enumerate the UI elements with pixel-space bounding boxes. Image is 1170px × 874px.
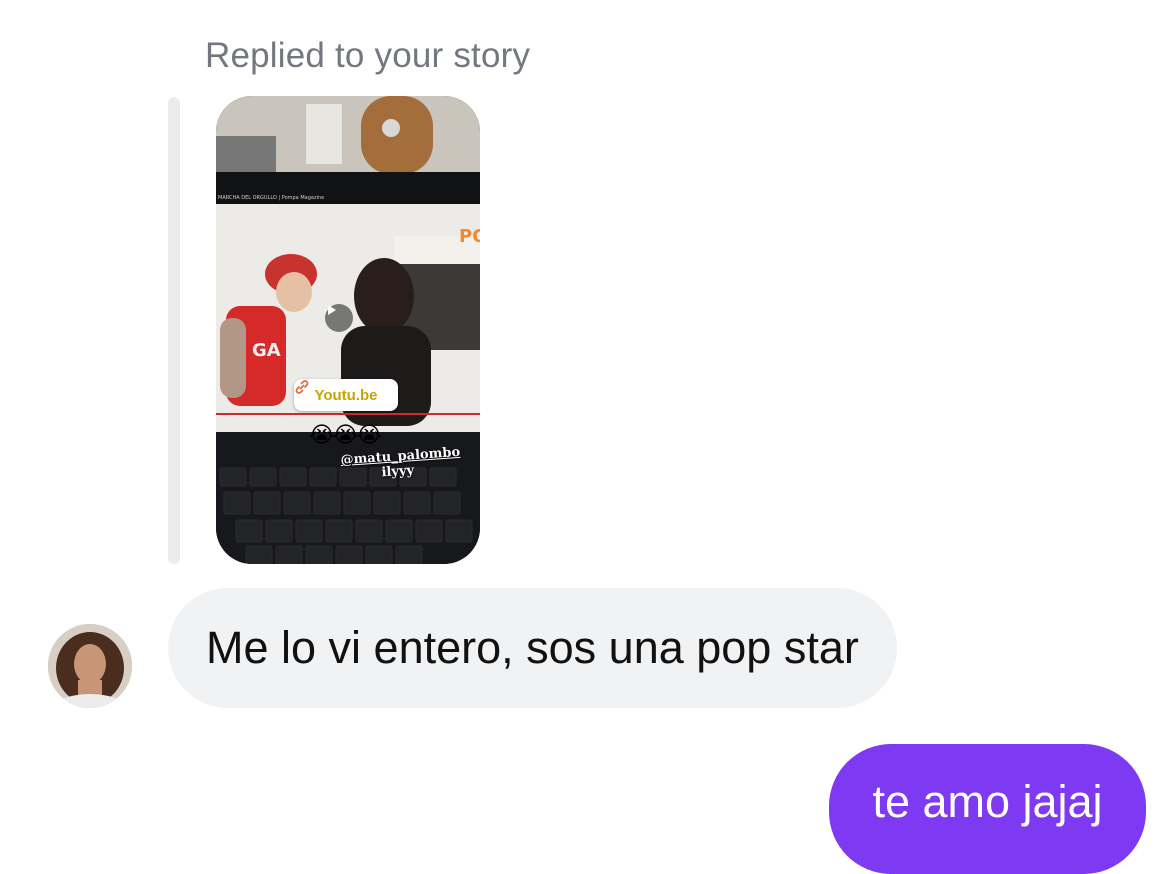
reply-label: Replied to your story bbox=[205, 36, 531, 75]
link-sticker-text: Youtu.be bbox=[314, 386, 378, 404]
story-emojis: 😭😭😭 bbox=[309, 422, 382, 447]
incoming-message-bubble[interactable]: Me lo vi entero, sos una pop star bbox=[168, 588, 897, 708]
svg-text:GA: GA bbox=[252, 340, 281, 361]
story-image: MARCHA DEL ORGULLO | Pompa Magazine PO G… bbox=[216, 96, 480, 564]
link-icon bbox=[295, 380, 309, 394]
screen-title: MARCHA DEL ORGULLO | Pompa Magazine bbox=[218, 195, 324, 201]
play-button[interactable] bbox=[325, 304, 353, 332]
play-icon bbox=[328, 305, 336, 315]
link-sticker[interactable]: Youtu.be bbox=[294, 379, 398, 411]
outgoing-message-bubble[interactable]: te amo jajaj bbox=[829, 744, 1146, 874]
reply-quote-bar bbox=[168, 97, 180, 564]
avatar-image bbox=[48, 624, 132, 708]
sender-avatar[interactable] bbox=[48, 624, 132, 708]
svg-text:PO: PO bbox=[459, 226, 480, 247]
story-preview[interactable]: MARCHA DEL ORGULLO | Pompa Magazine PO G… bbox=[216, 96, 480, 564]
